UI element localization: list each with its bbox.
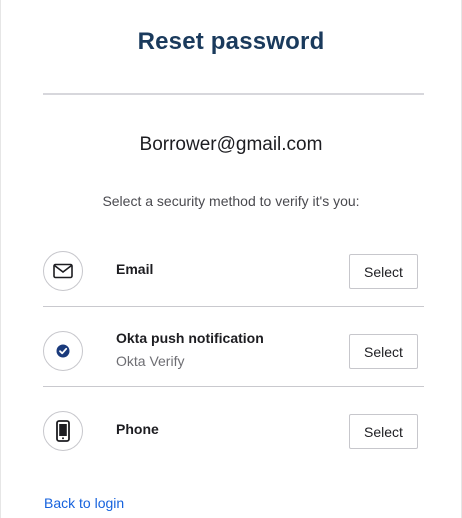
method-row-okta-push: Okta push notification Okta Verify Selec… [43, 306, 424, 387]
phone-icon [43, 411, 83, 451]
envelope-icon [43, 251, 83, 291]
select-phone-button[interactable]: Select [349, 414, 418, 449]
user-identifier: Borrower@gmail.com [139, 134, 323, 155]
method-title-okta-push: Okta push notification [116, 330, 264, 346]
back-to-login-link[interactable]: Back to login [44, 495, 124, 511]
reset-password-card: Reset password Borrower@gmail.com Select… [0, 0, 462, 518]
method-row-email: Email Select [43, 230, 424, 310]
instruction-text: Select a security method to verify it's … [102, 193, 360, 209]
method-title-phone: Phone [116, 421, 159, 437]
okta-verify-icon [43, 331, 83, 371]
method-row-phone: Phone Select [43, 386, 424, 467]
header-divider [43, 93, 424, 95]
select-okta-push-button[interactable]: Select [349, 334, 418, 369]
select-email-button[interactable]: Select [349, 254, 418, 289]
page-title: Reset password [137, 28, 325, 55]
method-subtitle-okta-push: Okta Verify [116, 353, 185, 369]
method-title-email: Email [116, 261, 154, 277]
